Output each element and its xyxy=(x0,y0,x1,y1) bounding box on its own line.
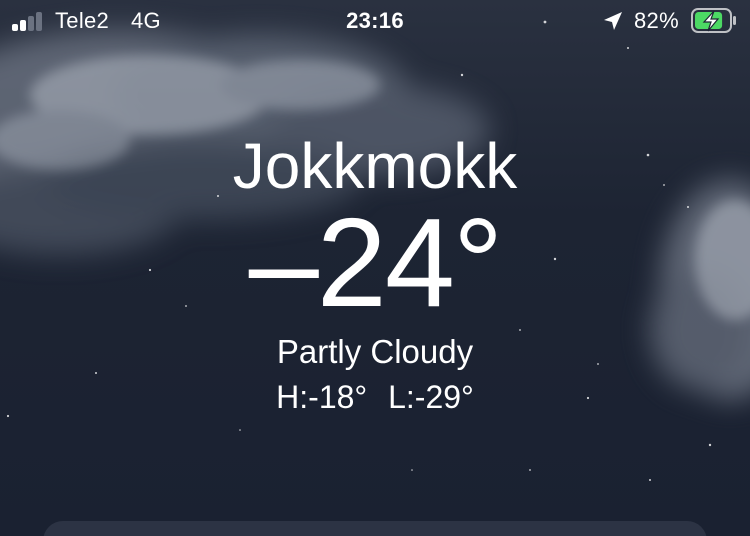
high-temperature: H:-18° xyxy=(276,379,368,415)
network-type: 4G xyxy=(131,8,161,33)
cellular-signal-icon xyxy=(12,11,46,31)
location-arrow-icon xyxy=(604,12,622,30)
current-temperature: –24° xyxy=(248,192,504,333)
signal-bar-3 xyxy=(28,16,34,31)
battery-charging-icon xyxy=(691,8,736,33)
signal-bar-4 xyxy=(36,12,42,31)
low-temperature: L:-29° xyxy=(388,379,474,415)
status-time: 23:16 xyxy=(346,8,404,33)
battery-percentage: 82% xyxy=(634,8,679,33)
high-low-temperatures: H:-18° L:-29° xyxy=(0,375,750,419)
forecast-card[interactable] xyxy=(43,521,707,536)
signal-bar-2 xyxy=(20,20,26,31)
signal-bar-1 xyxy=(12,24,18,31)
status-bar: Tele2 4G 23:16 82% xyxy=(0,0,750,42)
carrier-name: Tele2 xyxy=(55,8,110,33)
weather-condition: Partly Cloudy xyxy=(276,333,474,370)
